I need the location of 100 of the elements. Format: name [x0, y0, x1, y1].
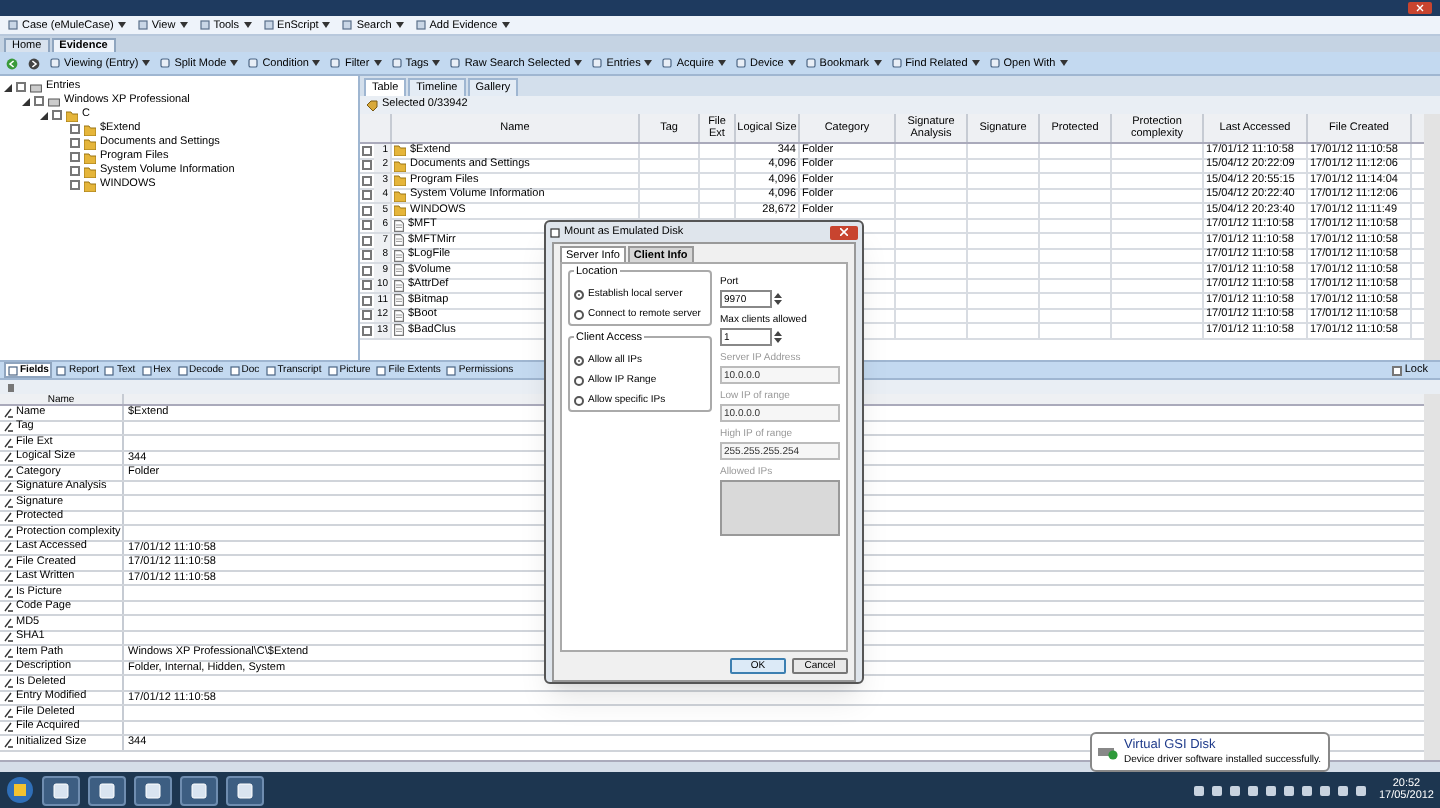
tab-icon: [177, 365, 188, 375]
checkbox[interactable]: [362, 280, 372, 291]
checkbox[interactable]: [1392, 365, 1403, 375]
start-icon: [6, 776, 34, 804]
field-icon: [4, 422, 14, 433]
tab-icon: [265, 365, 276, 375]
app-icon: [236, 781, 254, 799]
collapse-icon[interactable]: [4, 83, 12, 91]
radio-button[interactable]: [574, 395, 584, 405]
collapse-icon[interactable]: [40, 111, 48, 119]
field-icon: [4, 617, 14, 628]
checkbox[interactable]: [70, 152, 80, 162]
device-icon: [1098, 744, 1118, 760]
tool-icon: [662, 58, 673, 68]
checkbox[interactable]: [362, 145, 372, 156]
caret-icon: [142, 60, 151, 66]
checkbox[interactable]: [362, 220, 372, 231]
caret-icon: [717, 60, 726, 66]
checkbox[interactable]: [362, 295, 372, 306]
checkbox[interactable]: [362, 265, 372, 276]
app-icon: [98, 781, 116, 799]
checkbox[interactable]: [52, 110, 62, 120]
field-icon: [4, 692, 14, 703]
menu-item-icon: [137, 20, 148, 30]
app-icon: [144, 781, 162, 799]
checkbox[interactable]: [70, 166, 80, 176]
spinner-arrows-icon: [774, 330, 782, 344]
checkbox[interactable]: [362, 190, 372, 201]
tool-icon: [592, 58, 603, 68]
field-icon: [4, 497, 14, 508]
tool-icon: [891, 58, 902, 68]
checkbox[interactable]: [362, 205, 372, 216]
field-icon: [4, 527, 14, 538]
tool-icon: [330, 58, 341, 68]
field-icon: [4, 707, 14, 718]
menu-item-icon: [8, 20, 18, 30]
menu-item-icon: [263, 20, 274, 30]
caret-icon: [574, 60, 583, 66]
field-icon: [4, 587, 14, 598]
field-icon: [4, 647, 14, 658]
field-icon: [4, 467, 14, 478]
tool-icon: [805, 58, 816, 68]
radio-button[interactable]: [574, 375, 584, 385]
close-icon: [840, 228, 848, 236]
close-button[interactable]: [830, 225, 858, 239]
field-icon: [4, 722, 14, 733]
radio-button[interactable]: [574, 289, 584, 299]
tab-icon: [104, 365, 115, 375]
field-icon: [4, 677, 14, 688]
caret-icon: [179, 22, 188, 28]
checkbox[interactable]: [70, 138, 80, 148]
tab-icon: [376, 365, 387, 375]
caret-icon: [432, 60, 441, 66]
tab-icon: [56, 365, 67, 375]
caret-icon: [1059, 60, 1068, 66]
field-icon: [4, 452, 14, 463]
taskbar-button[interactable]: [180, 775, 218, 805]
checkbox[interactable]: [362, 235, 372, 246]
caret-icon: [230, 60, 239, 66]
field-icon: [4, 512, 14, 523]
tab-icon: [229, 365, 240, 375]
field-icon: [4, 557, 14, 568]
caret-icon: [971, 60, 980, 66]
forward-icon: [28, 57, 40, 69]
checkbox[interactable]: [362, 175, 372, 186]
field-icon: [4, 632, 14, 643]
checkbox[interactable]: [34, 96, 44, 106]
window-icon: [550, 227, 560, 237]
caret-icon: [373, 60, 382, 66]
tool-icon: [989, 58, 1000, 68]
menu-item-icon: [199, 20, 210, 30]
checkbox[interactable]: [362, 160, 372, 171]
checkbox[interactable]: [362, 310, 372, 321]
checkbox[interactable]: [70, 180, 80, 190]
field-icon: [4, 602, 14, 613]
menu-item-icon: [342, 20, 353, 30]
radio-button[interactable]: [574, 309, 584, 319]
collapse-icon[interactable]: [22, 97, 30, 105]
tool-icon: [248, 58, 259, 68]
caret-icon: [243, 22, 252, 28]
caret-icon: [322, 22, 331, 28]
tab-icon: [8, 365, 18, 375]
tab-icon: [327, 365, 338, 375]
app-icon: [52, 781, 70, 799]
field-icon: [4, 437, 14, 448]
field-icon: [4, 407, 14, 418]
checkbox[interactable]: [16, 82, 26, 92]
taskbar-button[interactable]: [226, 775, 264, 805]
tab-icon: [141, 365, 152, 375]
caret-icon: [644, 60, 653, 66]
taskbar-button[interactable]: [134, 775, 172, 805]
checkbox[interactable]: [362, 325, 372, 336]
checkbox[interactable]: [362, 250, 372, 261]
spinner-arrows-icon: [774, 292, 782, 306]
checkbox[interactable]: [70, 124, 80, 134]
app-icon: [190, 781, 208, 799]
taskbar-button[interactable]: [42, 775, 80, 805]
tool-icon: [391, 58, 402, 68]
taskbar-button[interactable]: [88, 775, 126, 805]
radio-button[interactable]: [574, 355, 584, 365]
